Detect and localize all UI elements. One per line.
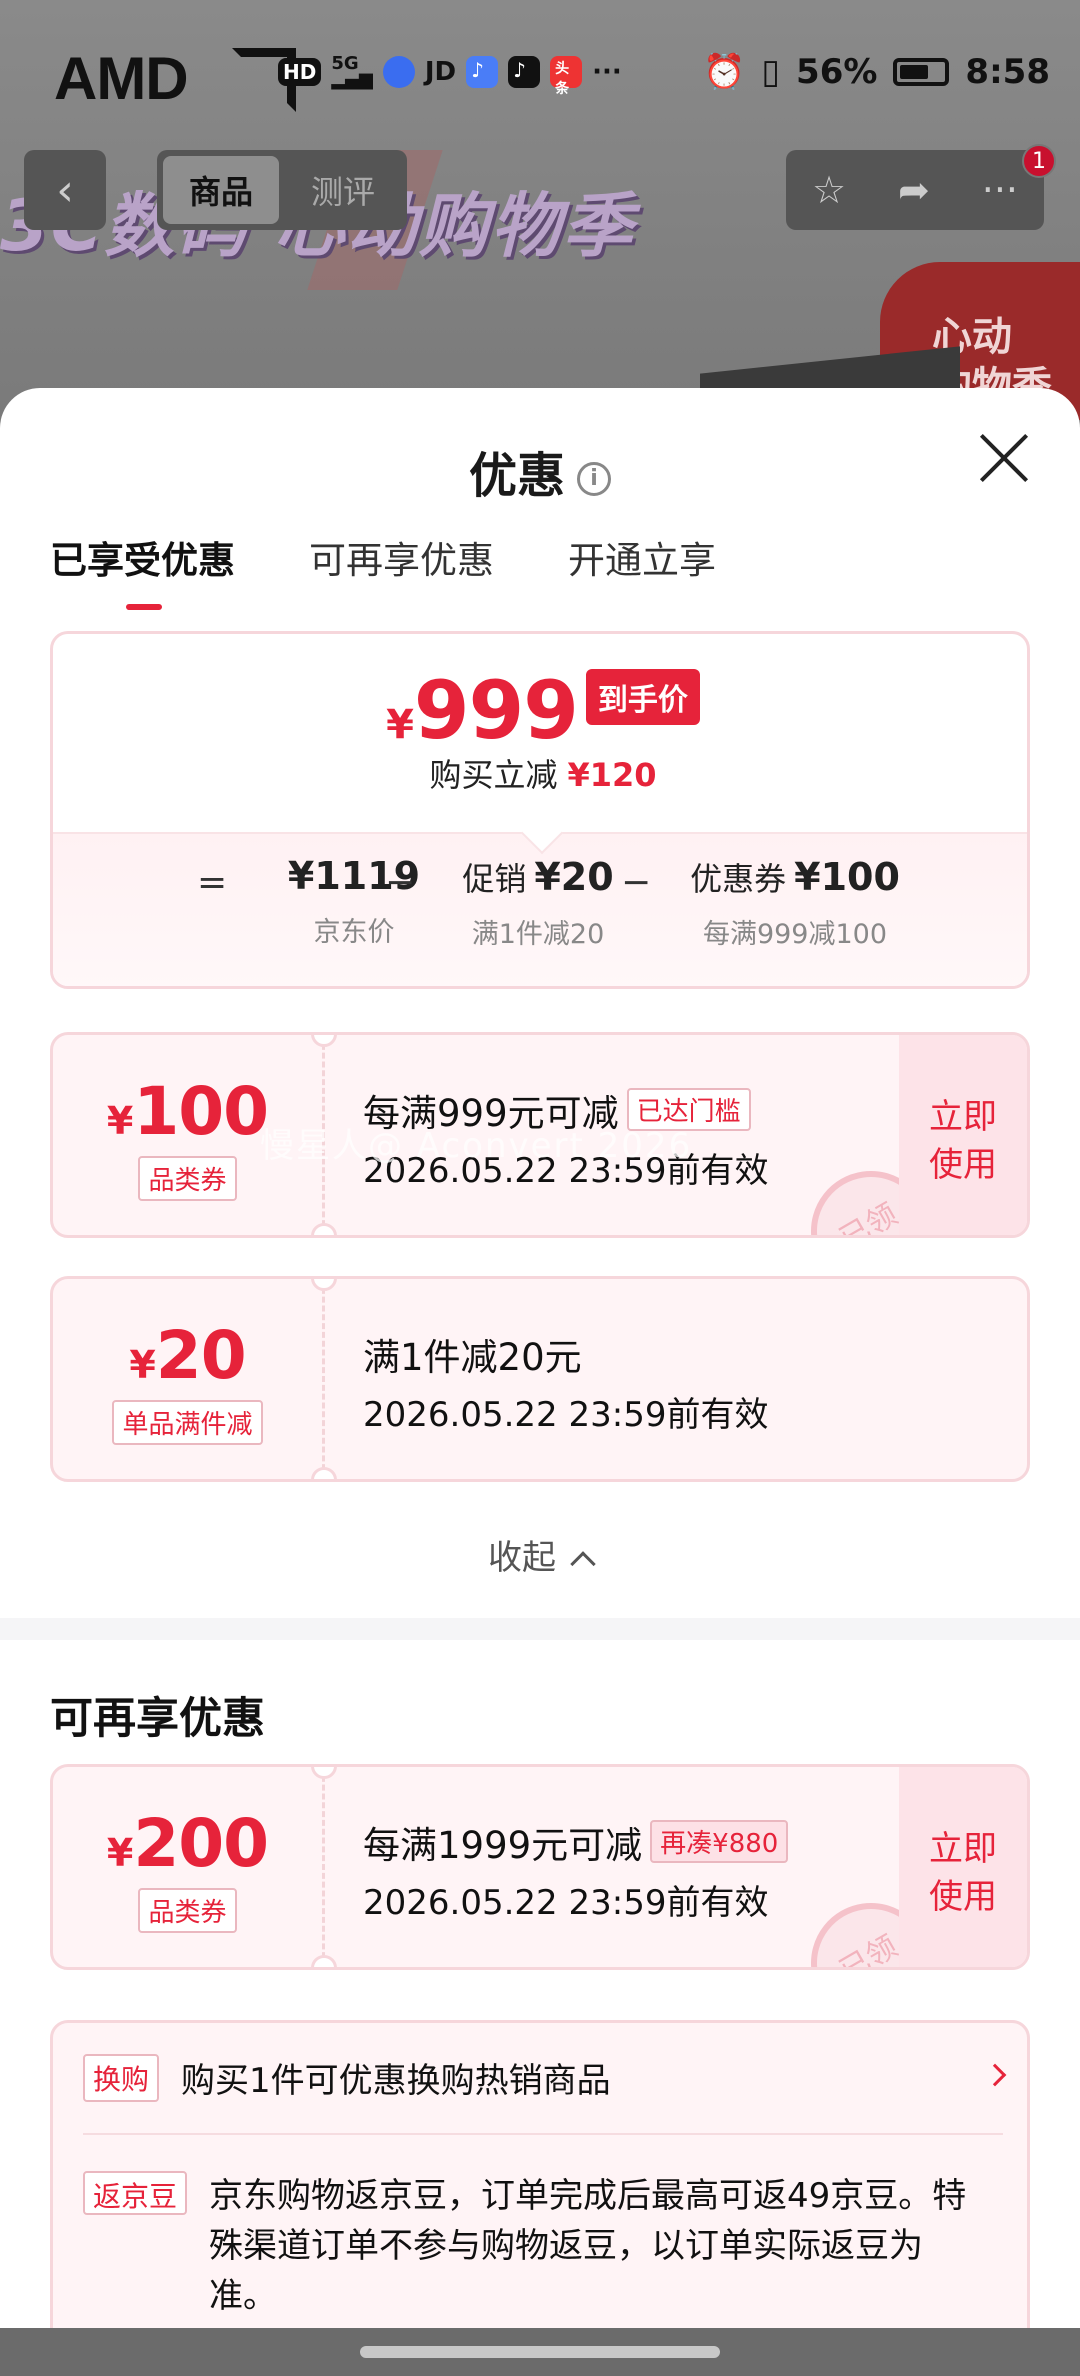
tab-open-to-enjoy[interactable]: 开通立享 <box>568 530 716 584</box>
nav-actions: ☆ ➦ ··· <box>786 150 1044 230</box>
vibrate-icon: ▯ <box>761 52 781 92</box>
home-indicator[interactable] <box>360 2346 720 2358</box>
clock: 8:58 <box>965 52 1050 92</box>
chevron-up-icon <box>570 1551 596 1577</box>
minus-sign: − <box>621 862 652 903</box>
amd-logo: AMD <box>54 45 189 112</box>
battery-percent: 56% <box>796 52 878 92</box>
back-button[interactable]: ‹ <box>24 150 106 230</box>
more-badge: 1 <box>1022 144 1056 178</box>
instant-discount: 购买立减 ¥120 <box>429 756 657 794</box>
final-price-value: 999 <box>413 664 579 757</box>
coupon-amount-panel: ¥20 单品满件减 <box>53 1279 325 1479</box>
extra-benefits-card: 换购 购买1件可优惠换购热销商品 返京豆 京东购物返京豆，订单完成后最高可返49… <box>50 2020 1030 2328</box>
info-icon[interactable]: i <box>577 462 611 496</box>
section-title: 可再享优惠 <box>50 1694 265 1744</box>
close-icon[interactable] <box>978 432 1030 484</box>
coupon-validity: 2026.05.22 23:59前有效 <box>363 1883 769 1923</box>
coupon-cell: 优惠券 ¥100 每满999减100 <box>690 855 900 950</box>
minus-sign: − <box>385 862 416 903</box>
coupon-condition: 满1件减20元 <box>363 1336 582 1379</box>
jd-price-cell: ¥1119 京东价 <box>287 854 421 948</box>
coupon-details: 每满1999元可减 再凑¥880 2026.05.22 23:59前有效 <box>363 1815 789 1924</box>
tiktok-app-icon: ♪ <box>508 56 541 88</box>
status-right: ⏰ ▯ 56% 8:58 <box>703 52 1050 92</box>
signal-icon: 5G ▂▄▆ <box>331 53 373 90</box>
tab-more-available[interactable]: 可再享优惠 <box>309 530 494 584</box>
coupon-details: 满1件减20元 2026.05.22 23:59前有效 <box>363 1327 768 1436</box>
hd-icon: HD <box>278 58 322 86</box>
chevron-left-icon: ‹ <box>56 164 74 216</box>
watermark: 慢星人@ Aconvert 2026 <box>260 1126 693 1166</box>
coupon-validity: 2026.05.22 23:59前有效 <box>363 1395 769 1435</box>
coupon-type: 单品满件减 <box>112 1400 263 1445</box>
coupon-card: ¥200 品类券 每满1999元可减 再凑¥880 2026.05.22 23:5… <box>50 1764 1030 1970</box>
browser-app-icon <box>382 56 415 88</box>
coupon-notch <box>311 1955 337 1967</box>
exchange-tag: 换购 <box>83 2053 160 2102</box>
coupon-amount: 100 <box>133 1073 269 1150</box>
share-icon[interactable]: ➦ <box>898 168 930 212</box>
alarm-icon: ⏰ <box>702 52 746 92</box>
coupon-amount: 20 <box>155 1317 247 1394</box>
chevron-right-icon <box>983 2063 1007 2087</box>
jd-app-icon: JD <box>424 57 457 87</box>
jd-bean-row: 返京豆 京东购物返京豆，订单完成后最高可返49京豆。特殊渠道订单不参与购物返豆，… <box>83 2171 1023 2321</box>
home-indicator-bar <box>0 2328 1080 2376</box>
tab-review[interactable]: 测评 <box>285 156 401 224</box>
coupon-type: 品类券 <box>138 1156 237 1201</box>
exchange-text: 购买1件可优惠换购热销商品 <box>181 2061 611 2101</box>
instant-discount-value: ¥120 <box>567 756 657 794</box>
favorite-star-icon[interactable]: ☆ <box>812 168 846 212</box>
section-divider <box>0 1618 1080 1640</box>
product-tabs: 商品 测评 <box>157 150 407 230</box>
coupon-status: 再凑¥880 <box>650 1820 789 1863</box>
tab-product[interactable]: 商品 <box>163 156 279 224</box>
coupon-notch <box>311 1223 337 1235</box>
toutiao-app-icon: 头条 <box>550 56 583 97</box>
sheet-header: 优惠 i <box>0 436 1080 506</box>
coupon-amount-panel: ¥200 品类券 <box>53 1767 325 1967</box>
coupon-type: 品类券 <box>138 1888 237 1933</box>
discount-tabs: 已享受优惠 可再享优惠 开通立享 <box>50 530 716 610</box>
status-bar: AMD HD 5G ▂▄▆ JD ♪ ♪ 头条 ··· ⏰ ▯ 56% 8:58 <box>0 30 1080 120</box>
final-price: ¥999 到手价 <box>53 664 1027 757</box>
sheet-title: 优惠 <box>468 448 565 504</box>
coupon-card: ¥20 单品满件减 满1件减20元 2026.05.22 23:59前有效 <box>50 1276 1030 1482</box>
jd-bean-tag: 返京豆 <box>83 2171 188 2215</box>
price-breakdown: = ¥1119 京东价 − 促销 ¥20 满1件减20 − 优惠券 ¥100 每满9… <box>53 832 1027 986</box>
more-icon[interactable]: ··· <box>982 168 1018 212</box>
more-apps-icon: ··· <box>592 57 622 87</box>
equals-sign: = <box>197 862 228 903</box>
coupon-condition: 每满1999元可减 <box>363 1824 643 1867</box>
coupon-amount: 200 <box>133 1805 269 1882</box>
price-summary-card: ¥999 到手价 购买立减 ¥120 = ¥1119 京东价 − 促销 ¥20 满1件… <box>50 631 1030 989</box>
promo-cell: 促销 ¥20 满1件减20 <box>462 855 614 950</box>
product-nav-bar: ‹ 商品 测评 ☆ ➦ ··· 1 <box>0 144 1080 230</box>
final-price-tag: 到手价 <box>585 669 700 725</box>
tab-enjoyed[interactable]: 已享受优惠 <box>50 530 235 610</box>
coupon-notch <box>311 1467 337 1479</box>
exchange-row[interactable]: 换购 购买1件可优惠换购热销商品 <box>83 2053 1007 2102</box>
use-now-button[interactable]: 立即 使用 <box>899 1035 1027 1235</box>
battery-icon <box>893 58 950 86</box>
status-icons: HD 5G ▂▄▆ JD ♪ ♪ 头条 ··· <box>278 53 622 97</box>
collapse-button[interactable]: 收起 <box>0 1530 1080 1579</box>
jd-bean-text: 京东购物返京豆，订单完成后最高可返49京豆。特殊渠道订单不参与购物返豆，以订单实… <box>209 2176 967 2316</box>
divider <box>83 2133 1003 2135</box>
music-app-icon: ♪ <box>466 56 499 88</box>
use-now-button[interactable]: 立即 使用 <box>899 1767 1027 1967</box>
discount-sheet: 优惠 i 已享受优惠 可再享优惠 开通立享 ¥999 到手价 购买立减 ¥120 = … <box>0 388 1080 2328</box>
